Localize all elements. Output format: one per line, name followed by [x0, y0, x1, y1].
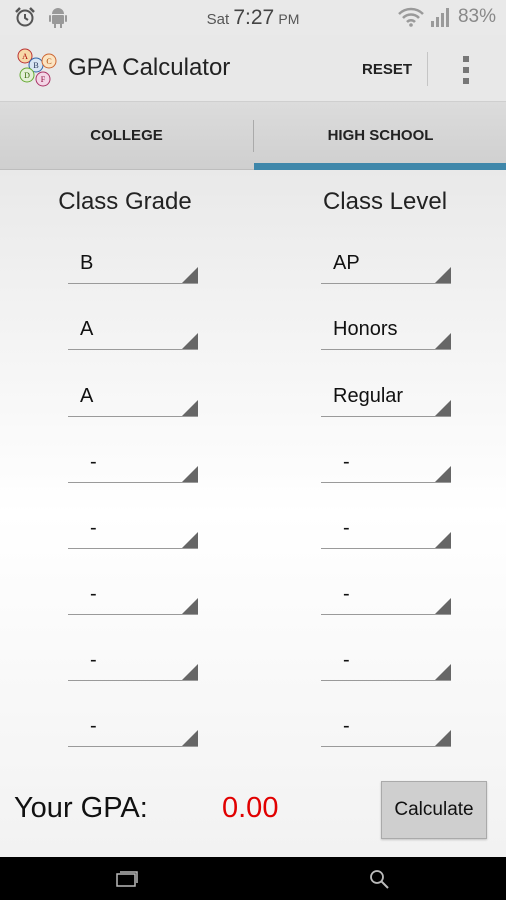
level-value: Regular	[333, 385, 404, 407]
status-time: 7:27	[233, 6, 275, 29]
status-bar: Sat 7:27 PM 83%	[0, 0, 506, 35]
dropdown-arrow-icon	[435, 400, 451, 416]
wifi-icon	[398, 7, 424, 27]
dropdown-arrow-icon	[435, 267, 451, 283]
level-spinner[interactable]: -	[321, 711, 451, 747]
logo-letter: A	[22, 52, 28, 61]
gpa-value: 0.00	[222, 792, 279, 824]
app-title: GPA Calculator	[68, 54, 231, 81]
dropdown-arrow-icon	[435, 333, 451, 349]
level-spinner[interactable]: -	[321, 579, 451, 615]
level-spinner[interactable]: -	[321, 513, 451, 549]
search-icon[interactable]	[368, 868, 390, 890]
level-value: Honors	[333, 318, 398, 340]
battery-percent: 83%	[457, 6, 496, 27]
grade-value: -	[90, 649, 97, 671]
overflow-menu-button[interactable]	[452, 52, 480, 88]
grade-value: A	[80, 385, 94, 407]
overflow-dot	[463, 56, 469, 62]
grade-value: B	[80, 252, 94, 274]
grade-value: -	[90, 517, 97, 539]
calculator-form: Class Grade Class Level B AP A Honors A Regul…	[0, 170, 506, 857]
grade-spinner[interactable]: -	[68, 579, 198, 615]
dropdown-arrow-icon	[435, 532, 451, 548]
dropdown-arrow-icon	[435, 598, 451, 614]
dropdown-arrow-icon	[182, 466, 198, 482]
tab-bar: COLLEGE HIGH SCHOOL	[0, 102, 506, 170]
grade-spinner[interactable]: -	[68, 645, 198, 681]
dropdown-arrow-icon	[182, 333, 198, 349]
status-ampm: PM	[278, 11, 300, 27]
level-spinner[interactable]: Honors	[321, 314, 451, 350]
level-value: -	[343, 649, 350, 671]
grade-value: A	[80, 318, 94, 340]
dropdown-arrow-icon	[182, 532, 198, 548]
overflow-dot	[463, 67, 469, 73]
gpa-label: Your GPA:	[14, 792, 148, 824]
dropdown-arrow-icon	[435, 466, 451, 482]
level-value: AP	[333, 252, 360, 274]
class-level-header: Class Level	[322, 188, 448, 215]
logo-letter: B	[33, 61, 38, 70]
dropdown-arrow-icon	[182, 598, 198, 614]
grade-value: -	[90, 715, 97, 737]
action-bar: A B C D F GPA Calculator RESET	[0, 35, 506, 102]
app-logo-icon: A B C D F	[17, 48, 57, 87]
level-value: -	[343, 517, 350, 539]
dropdown-arrow-icon	[435, 664, 451, 680]
grade-spinner[interactable]: A	[68, 314, 198, 350]
logo-letter: F	[41, 75, 46, 84]
level-spinner[interactable]: -	[321, 447, 451, 483]
calculate-button[interactable]: Calculate	[381, 781, 487, 839]
grade-spinner[interactable]: -	[68, 711, 198, 747]
tab-college[interactable]: COLLEGE	[0, 102, 253, 170]
navigation-bar	[0, 857, 506, 900]
grade-spinner[interactable]: B	[68, 248, 198, 284]
grade-spinner[interactable]: -	[68, 447, 198, 483]
level-value: -	[343, 583, 350, 605]
action-bar-divider	[427, 52, 428, 86]
dropdown-arrow-icon	[435, 730, 451, 746]
grade-value: -	[90, 583, 97, 605]
level-spinner[interactable]: Regular	[321, 381, 451, 417]
grade-value: -	[90, 451, 97, 473]
dropdown-arrow-icon	[182, 730, 198, 746]
dropdown-arrow-icon	[182, 400, 198, 416]
class-grade-header: Class Grade	[58, 188, 192, 215]
level-spinner[interactable]: -	[321, 645, 451, 681]
logo-letter: D	[24, 71, 30, 80]
status-icons-right: 83%	[398, 6, 496, 28]
tab-high-school[interactable]: HIGH SCHOOL	[254, 102, 506, 170]
reset-button[interactable]: RESET	[352, 57, 422, 83]
grade-spinner[interactable]: A	[68, 381, 198, 417]
level-spinner[interactable]: AP	[321, 248, 451, 284]
status-day: Sat	[206, 11, 230, 28]
recent-apps-icon[interactable]	[116, 871, 138, 887]
overflow-dot	[463, 78, 469, 84]
level-value: -	[343, 451, 350, 473]
level-value: -	[343, 715, 350, 737]
signal-icon	[430, 8, 449, 27]
dropdown-arrow-icon	[182, 267, 198, 283]
logo-letter: C	[46, 57, 51, 66]
dropdown-arrow-icon	[182, 664, 198, 680]
grade-spinner[interactable]: -	[68, 513, 198, 549]
tab-selected-indicator	[254, 163, 506, 170]
